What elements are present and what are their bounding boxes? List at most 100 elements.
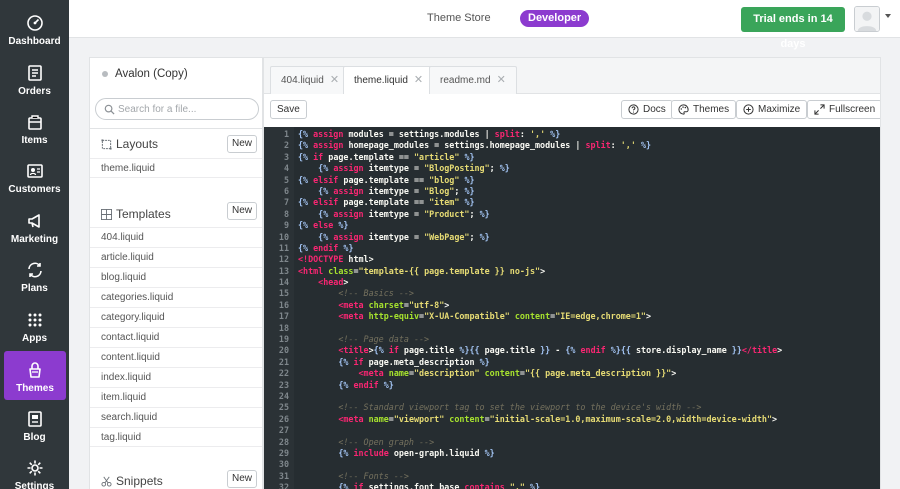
docs-label: Docs [643,104,666,115]
code-line[interactable]: 10 {% assign itemtype = "WebPage"; %} [264,232,880,243]
line-number: 22 [278,368,289,379]
code-line[interactable]: 23 {% endif %} [264,380,880,391]
maximize-label: Maximize [758,104,801,115]
code-line[interactable]: 26 <meta name="viewport" content="initia… [264,414,880,425]
search-input[interactable] [118,101,254,117]
code-line[interactable]: 2 {% assign homepage_modules = settings.h… [264,140,880,151]
layouts-list: theme.liquid [90,158,262,178]
code-line[interactable]: 6 {% assign itemtype = "Blog"; %} [264,186,880,197]
list-item[interactable]: 404.liquid [90,227,262,247]
user-avatar-icon [855,7,879,31]
fullscreen-button[interactable]: Fullscreen [807,100,880,119]
nav-blog[interactable]: Blog [0,400,69,449]
code-text: <!-- Standard viewport tag to set the vi… [298,402,702,413]
code-line[interactable]: 15 <!-- Basics --> [264,288,880,299]
chevron-down-icon[interactable] [885,14,891,18]
snippets-title: Snippets [116,474,163,488]
tab-label: readme.md [440,75,491,86]
nav-orders[interactable]: Orders [0,54,69,103]
nav-apps[interactable]: Apps [0,301,69,350]
list-item[interactable]: item.liquid [90,387,262,407]
close-icon[interactable]: ✕ [330,74,339,86]
nav-dashboard[interactable]: Dashboard [0,4,69,53]
new-template-button[interactable]: New [227,202,257,220]
close-icon[interactable]: ✕ [497,74,506,86]
list-item[interactable]: index.liquid [90,367,262,387]
list-item[interactable]: blog.liquid [90,267,262,287]
code-line[interactable]: 7 {% elsif page.template == "item" %} [264,197,880,208]
avatar[interactable] [854,6,880,32]
code-line[interactable]: 3 {% if page.template == "article" %} [264,152,880,163]
nav-label: Dashboard [8,36,61,47]
themes-button[interactable]: Themes [671,100,737,119]
list-item[interactable]: categories.liquid [90,287,262,307]
code-line[interactable]: 11 {% endif %} [264,243,880,254]
code-text: <head> [318,277,349,288]
code-line[interactable]: 20 <title>{% if page.title %}{{ page.tit… [264,345,880,356]
nav-settings[interactable]: Settings [0,449,69,489]
code-line[interactable]: 25 <!-- Standard viewport tag to set the… [264,402,880,413]
code-line[interactable]: 13 <html class="template-{{ page.template… [264,266,880,277]
templates-list: 404.liquid article.liquid blog.liquid ca… [90,227,262,447]
code-line[interactable]: 5 {% elsif page.template == "blog" %} [264,175,880,186]
code-line[interactable]: 17 <meta http-equiv="X-UA-Compatible" co… [264,311,880,322]
editor-toolbar: Save Docs Themes Maximize Fullscreen [264,94,880,127]
code-text: <!DOCTYPE html> [298,254,374,265]
nav-customers[interactable]: Customers [0,152,69,201]
list-item[interactable]: theme.liquid [90,158,262,178]
line-number: 28 [278,436,289,447]
list-item[interactable]: contact.liquid [90,327,262,347]
list-item[interactable]: category.liquid [90,307,262,327]
code-line[interactable]: 27 [264,425,880,436]
code-line[interactable]: 1 {% assign modules = settings.modules | … [264,129,880,140]
code-line[interactable]: 19 <!-- Page data --> [264,334,880,345]
code-area[interactable]: 1 {% assign modules = settings.modules | … [264,127,880,489]
code-line[interactable]: 18 [264,323,880,334]
nav-themes[interactable]: Themes [4,351,66,400]
code-line[interactable]: 31 <!-- Fonts --> [264,471,880,482]
list-item[interactable]: tag.liquid [90,427,262,447]
trial-button[interactable]: Trial ends in 14 days [741,7,845,50]
code-line[interactable]: 4 {% assign itemtype = "BlogPosting"; %} [264,163,880,174]
tab-theme-liquid[interactable]: theme.liquid ✕ [343,66,435,95]
nav-marketing[interactable]: Marketing [0,202,69,251]
list-item[interactable]: search.liquid [90,407,262,427]
code-line[interactable]: 12 <!DOCTYPE html> [264,254,880,265]
code-line[interactable]: 8 {% assign itemtype = "Product"; %} [264,209,880,220]
docs-button[interactable]: Docs [621,100,673,119]
code-text: {% assign itemtype = "Blog"; %} [318,185,475,196]
developer-badge[interactable]: Developer [520,10,590,27]
code-line[interactable]: 21 {% if page.meta_description %} [264,357,880,368]
nav-plans[interactable]: Plans [0,251,69,300]
code-line[interactable]: 16 <meta charset="utf-8"> [264,300,880,311]
new-snippet-button[interactable]: New [227,470,257,488]
code-line[interactable]: 22 <meta name="description" content="{{ … [264,368,880,379]
nav-items[interactable]: Items [0,103,69,152]
save-button[interactable]: Save [270,100,307,119]
code-line[interactable]: 32 {% if settings.font_base contains ","… [264,482,880,489]
editor-tabs: 404.liquid ✕ theme.liquid ✕ readme.md ✕ [264,58,880,95]
new-layout-button[interactable]: New [227,135,257,153]
code-line[interactable]: 29 {% include open-graph.liquid %} [264,448,880,459]
code-line[interactable]: 14 <head> [264,277,880,288]
help-icon [628,104,639,115]
code-line[interactable]: 24 [264,391,880,402]
tab-readme-md[interactable]: readme.md ✕ [429,66,517,94]
close-icon[interactable]: ✕ [414,74,423,86]
tab-404-liquid[interactable]: 404.liquid ✕ [270,66,351,94]
theme-store-link[interactable]: Theme Store [427,12,491,24]
blog-icon [27,411,42,427]
list-item[interactable]: content.liquid [90,347,262,367]
line-number: 29 [278,447,289,458]
code-line[interactable]: 9 {% else %} [264,220,880,231]
code-text: {% assign homepage_modules = settings.ho… [298,140,652,151]
list-item[interactable]: article.liquid [90,247,262,267]
maximize-button[interactable]: Maximize [736,100,808,119]
code-line[interactable]: 30 [264,459,880,470]
line-number: 20 [278,345,289,356]
tab-label: theme.liquid [354,75,408,86]
code-line[interactable]: 28 <!-- Open graph --> [264,437,880,448]
tab-label: 404.liquid [281,75,324,86]
layout-icon [101,139,112,150]
file-search[interactable] [95,98,259,120]
